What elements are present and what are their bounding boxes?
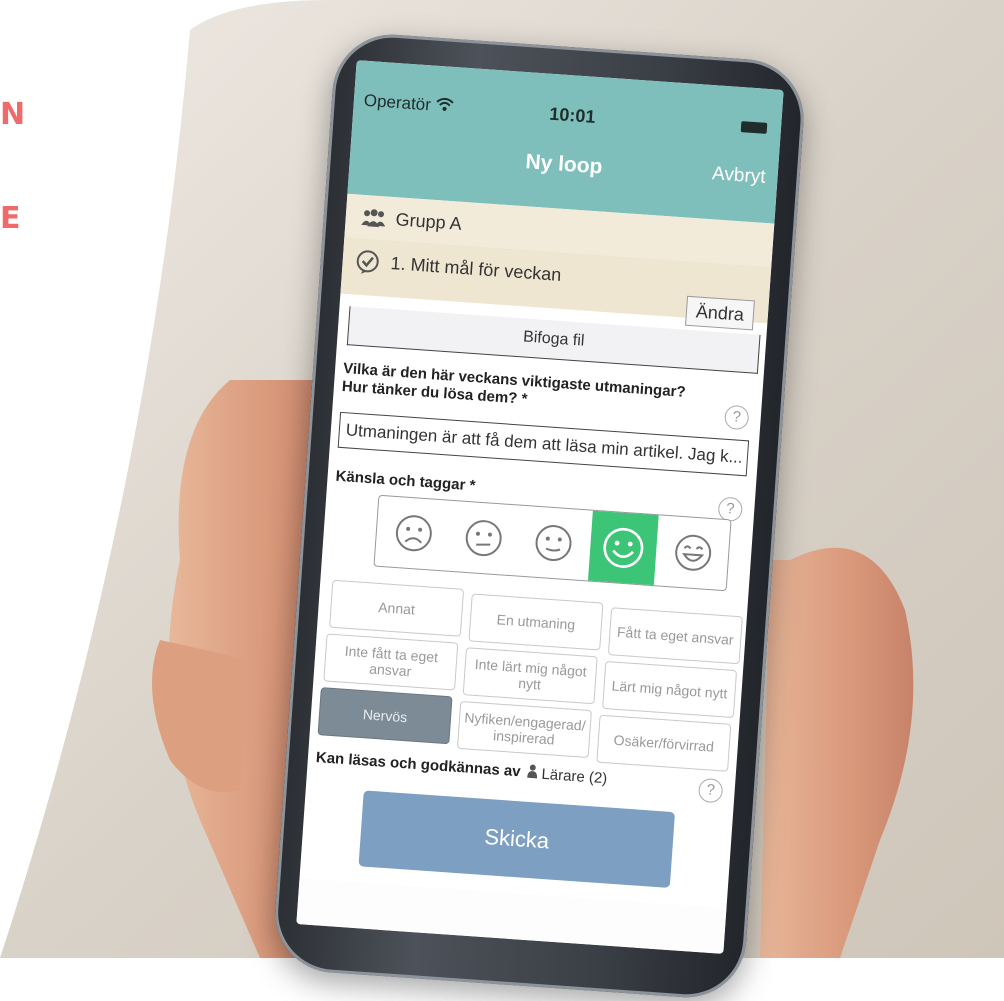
smiling-face-icon (603, 527, 644, 568)
slightly-smiling-face-icon (535, 525, 572, 562)
feelings-label: Känsla och taggar * (335, 467, 476, 495)
mood-happy[interactable] (587, 510, 659, 586)
tag-fatt-ta-eget-ansvar[interactable]: Fått ta eget ansvar (607, 607, 743, 665)
readers-help-icon[interactable]: ? (697, 777, 724, 804)
very-sad-face-icon (395, 515, 432, 552)
status-operator: Operatör (363, 91, 454, 117)
readers-label: Kan läsas och godkännas av (315, 749, 522, 781)
laughing-face-icon (675, 534, 712, 571)
readers-value-text: Lärare (2) (540, 765, 608, 788)
tag-inte-lart-mig-nagot-nytt[interactable]: Inte lärt mig något nytt (462, 647, 598, 705)
mood-slightly-happy[interactable] (518, 506, 589, 580)
group-users-icon (359, 207, 389, 234)
operator-name: Operatör (363, 90, 432, 115)
neutral-face-icon (465, 520, 502, 557)
tag-lart-mig-nagot-nytt[interactable]: Lärt mig något nytt (602, 660, 738, 719)
question-help-icon[interactable]: ? (723, 404, 750, 431)
teacher-person-icon (527, 764, 542, 783)
battery-icon (740, 121, 768, 134)
answer-input[interactable] (337, 411, 750, 477)
mood-selector (373, 494, 732, 592)
goal-label: 1. Mitt mål för veckan (389, 253, 563, 285)
edge-letter-2: E (0, 201, 21, 236)
goal-check-icon (353, 249, 381, 282)
status-time: 10:01 (548, 103, 597, 127)
tag-nervos[interactable]: Nervös (317, 687, 453, 745)
tag-osaker-forvirrad[interactable]: Osäker/förvirrad (596, 714, 732, 772)
edge-letter-1: N (0, 97, 26, 132)
group-name: Grupp A (395, 209, 463, 234)
tag-inte-fatt-ta-eget-ansvar[interactable]: Inte fått ta eget ansvar (323, 633, 459, 691)
cancel-button[interactable]: Avbryt (711, 163, 766, 189)
mood-very-happy[interactable] (658, 516, 729, 590)
tag-en-utmaning[interactable]: En utmaning (468, 593, 604, 651)
tag-annat[interactable]: Annat (329, 579, 465, 637)
edit-goal-button[interactable]: Ändra (685, 295, 755, 331)
phone-device: Operatör 10:01 Ny loop Avbryt Grupp A 1.… (271, 30, 808, 1001)
question-label: Vilka är den här veckans viktigaste utma… (341, 360, 711, 422)
readers-value[interactable]: Lärare (2) (527, 764, 608, 788)
send-button[interactable]: Skicka (358, 790, 676, 888)
mood-very-sad[interactable] (378, 496, 449, 570)
tag-nyfiken-engagerad-inspirerad[interactable]: Nyfiken/engagerad/ inspirerad (456, 700, 592, 759)
mood-neutral[interactable] (448, 501, 519, 575)
phone-screen: Operatör 10:01 Ny loop Avbryt Grupp A 1.… (296, 60, 784, 954)
wifi-icon (435, 96, 454, 116)
